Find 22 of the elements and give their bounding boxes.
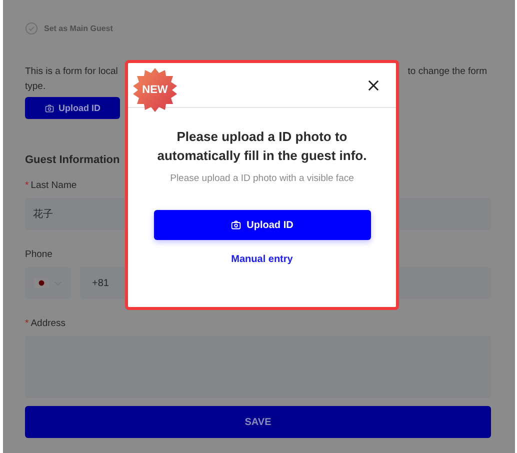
section-title: Guest Information — [25, 154, 120, 166]
dialog-title: Please upload a ID photo to automatically fill in the guest info. — [156, 128, 368, 165]
field-label: Address — [30, 318, 66, 329]
manual-entry-link[interactable]: Manual entry — [231, 254, 293, 265]
field-label: Phone — [25, 249, 52, 260]
check-circle-icon[interactable] — [25, 22, 38, 34]
intro-text: to change the form — [408, 66, 487, 77]
save-button[interactable]: SAVE — [25, 406, 491, 438]
new-badge: NEW — [132, 67, 178, 113]
camera-icon — [230, 220, 241, 230]
intro-text: type. — [25, 81, 46, 92]
required-mark: * — [25, 180, 29, 191]
required-mark: * — [25, 318, 29, 329]
close-icon[interactable] — [368, 80, 379, 90]
main-guest-label: Set as Main Guest — [44, 24, 113, 32]
upload-id-button[interactable]: Upload ID — [25, 97, 120, 119]
dialog-subtitle: Please upload a ID photo with a visible face — [170, 173, 354, 184]
country-select[interactable] — [25, 267, 71, 299]
upload-id-button[interactable]: Upload ID — [154, 210, 370, 240]
intro-text: This is a form for local — [25, 66, 118, 77]
field-label: Last Name — [30, 180, 77, 191]
camera-icon — [44, 104, 54, 112]
